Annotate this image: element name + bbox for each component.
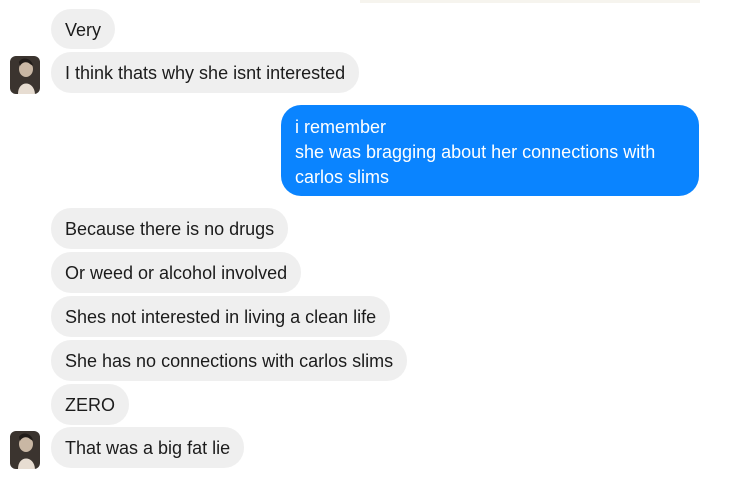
incoming-message[interactable]: Because there is no drugs [51, 208, 289, 249]
incoming-message[interactable]: I think thats why she isnt interested [51, 52, 360, 93]
outgoing-message[interactable]: i remember she was bragging about her co… [281, 105, 699, 196]
incoming-message[interactable]: That was a big fat lie [51, 427, 245, 468]
outgoing-message-line: carlos slims [295, 167, 390, 187]
message-thread: Very I think thats why she isnt interest… [0, 0, 740, 478]
incoming-message[interactable]: She has no connections with carlos slims [51, 340, 408, 381]
avatar-photo [10, 431, 40, 469]
incoming-message[interactable]: ZERO [51, 384, 130, 425]
avatar-photo [10, 56, 40, 94]
previous-content-edge [360, 0, 700, 3]
incoming-message[interactable]: Very [51, 9, 116, 49]
outgoing-message-line: i remember [295, 117, 387, 137]
outgoing-message-line: she was bragging about her connections w… [295, 142, 656, 162]
contact-avatar-icon[interactable] [10, 431, 40, 469]
incoming-message[interactable]: Shes not interested in living a clean li… [51, 296, 391, 337]
incoming-message[interactable]: Or weed or alcohol involved [51, 252, 302, 293]
contact-avatar-icon[interactable] [10, 56, 40, 94]
